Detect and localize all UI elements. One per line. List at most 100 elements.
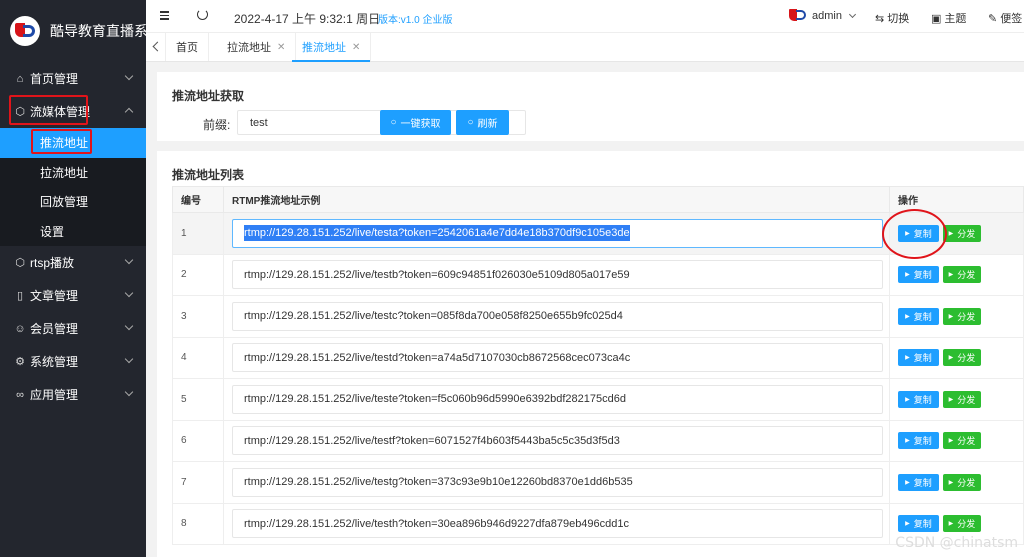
distribute-button-label: 分发 [957, 228, 976, 239]
distribute-button[interactable]: ▶ 分发 [943, 432, 981, 450]
distribute-button[interactable]: ▶ 分发 [943, 307, 981, 325]
copy-button[interactable]: ▶ 复制 [898, 432, 939, 450]
row-actions: ▶ 复制 ▶ 分发 [889, 419, 1024, 462]
sidebar-item-articles[interactable]: ▯ 文章管理 [0, 279, 146, 312]
play-icon: ▶ [948, 396, 954, 403]
close-icon[interactable]: ✕ [352, 42, 360, 53]
url-field[interactable]: rtmp://129.28.151.252/live/testh?token=3… [232, 509, 883, 539]
row-id: 7 [172, 461, 224, 504]
menu-toggle-icon[interactable] [160, 11, 169, 20]
tab-pull-url[interactable]: 拉流地址 ✕ [217, 33, 297, 61]
user-icon: ☺ [14, 322, 26, 335]
table-row: 2 rtmp://129.28.151.252/live/testb?token=… [172, 253, 1024, 296]
document-icon: ▯ [16, 290, 24, 302]
sidebar-item-push-url[interactable]: 推流地址 [0, 128, 146, 158]
sidebar-item-members[interactable]: ☺ 会员管理 [0, 312, 146, 345]
url-text: rtmp://129.28.151.252/live/testd?token=a… [244, 351, 631, 364]
column-header-url: RTMP推流地址示例 [223, 186, 890, 213]
copy-button[interactable]: ▶ 复制 [898, 515, 939, 533]
url-text: rtmp://129.28.151.252/live/testc?token=0… [244, 310, 623, 323]
theme-button[interactable]: ▣ 主题 [931, 10, 966, 26]
row-url-cell: rtmp://129.28.151.252/live/testc?token=0… [223, 295, 890, 338]
prefix-label: 前缀: [203, 118, 231, 132]
cube-icon: ⬡ [15, 257, 25, 269]
refresh-button-label: 刷新 [477, 119, 498, 130]
theme-label: 主题 [944, 13, 967, 25]
play-icon: ▶ [948, 438, 954, 445]
sidebar-item-apps[interactable]: ∞ 应用管理 [0, 378, 146, 411]
table-row: 6 rtmp://129.28.151.252/live/testf?token=… [172, 419, 1024, 462]
copy-button[interactable]: ▶ 复制 [898, 307, 939, 325]
copy-button-label: 复制 [913, 353, 932, 364]
table-row: 4 rtmp://129.28.151.252/live/testd?token=… [172, 336, 1024, 379]
user-menu[interactable]: admin [789, 7, 857, 24]
sidebar-item-settings[interactable]: 设置 [0, 217, 146, 247]
sidebar-menu: ⌂ 首页管理 ⬡ 流媒体管理 推流地址 拉流地址 回放管理 设置 ⬡ rtsp播… [0, 62, 146, 411]
url-field[interactable]: rtmp://129.28.151.252/live/testb?token=6… [232, 260, 883, 290]
url-field[interactable]: rtmp://129.28.151.252/live/testc?token=0… [232, 301, 883, 331]
url-field[interactable]: rtmp://129.28.151.252/live/testa?token=2… [232, 218, 883, 248]
tab-push-url[interactable]: 推流地址 ✕ [292, 33, 372, 62]
play-icon: ▶ [948, 313, 954, 320]
tab-label: 拉流地址 [227, 42, 271, 54]
distribute-button-label: 分发 [957, 270, 976, 281]
copy-button-label: 复制 [913, 519, 932, 530]
play-icon: ▶ [905, 272, 910, 279]
sidebar-item-label: 应用管理 [30, 388, 79, 402]
copy-button[interactable]: ▶ 复制 [898, 390, 939, 408]
distribute-button-label: 分发 [957, 519, 976, 530]
sidebar-item-playback[interactable]: 回放管理 [0, 187, 146, 217]
switch-label: 切换 [887, 13, 910, 25]
switch-icon: ⇆ [875, 12, 885, 25]
distribute-button[interactable]: ▶ 分发 [943, 266, 981, 284]
distribute-button-label: 分发 [957, 436, 976, 447]
distribute-button[interactable]: ▶ 分发 [943, 224, 981, 242]
sidebar-item-home[interactable]: ⌂ 首页管理 [0, 62, 146, 95]
copy-button[interactable]: ▶ 复制 [898, 473, 939, 491]
copy-button[interactable]: ▶ 复制 [898, 349, 939, 367]
distribute-button[interactable]: ▶ 分发 [943, 473, 981, 491]
sidebar-item-system[interactable]: ⚙ 系统管理 [0, 345, 146, 378]
submenu-media: 推流地址 拉流地址 回放管理 设置 [0, 128, 146, 246]
row-actions: ▶ 复制 ▶ 分发 [889, 212, 1024, 255]
row-id: 1 [172, 212, 224, 255]
url-field[interactable]: rtmp://129.28.151.252/live/testg?token=3… [232, 467, 883, 497]
chevron-down-icon [124, 321, 134, 331]
url-field[interactable]: rtmp://129.28.151.252/live/teste?token=f… [232, 384, 883, 414]
copy-button-label: 复制 [913, 436, 932, 447]
row-url-cell: rtmp://129.28.151.252/live/testa?token=2… [223, 212, 890, 255]
distribute-button[interactable]: ▶ 分发 [943, 390, 981, 408]
row-actions: ▶ 复制 ▶ 分发 [889, 253, 1024, 296]
distribute-button-label: 分发 [957, 311, 976, 322]
brand-title: 酷导教育直播系 [50, 23, 148, 39]
brand[interactable]: 酷导教育直播系 [0, 0, 148, 62]
copy-button-label: 复制 [913, 311, 932, 322]
close-icon[interactable]: ✕ [277, 42, 285, 53]
notes-button[interactable]: ✎ 便签 [988, 10, 1022, 26]
sidebar-item-media[interactable]: ⬡ 流媒体管理 [0, 95, 146, 128]
row-url-cell: rtmp://129.28.151.252/live/teste?token=f… [223, 378, 890, 421]
url-field[interactable]: rtmp://129.28.151.252/live/testd?token=a… [232, 343, 883, 373]
copy-button-label: 复制 [913, 477, 932, 488]
play-icon: ▶ [948, 355, 954, 362]
search-icon: ○ [467, 117, 474, 128]
distribute-button[interactable]: ▶ 分发 [943, 515, 981, 533]
tab-scroll-left-icon[interactable] [146, 33, 166, 61]
play-icon: ▶ [905, 479, 910, 486]
tab-home[interactable]: 首页 [166, 33, 209, 61]
sidebar-item-pull-url[interactable]: 拉流地址 [0, 158, 146, 188]
url-field[interactable]: rtmp://129.28.151.252/live/testf?token=6… [232, 426, 883, 456]
row-id: 5 [172, 378, 224, 421]
refresh-icon[interactable] [197, 9, 208, 20]
copy-button[interactable]: ▶ 复制 [898, 266, 939, 284]
fetch-button[interactable]: ○ 一键获取 [380, 110, 451, 135]
refresh-button[interactable]: ○ 刷新 [456, 110, 509, 135]
distribute-button[interactable]: ▶ 分发 [943, 349, 981, 367]
play-icon: ▶ [948, 230, 954, 237]
tab-bar: 首页 拉流地址 ✕ 推流地址 ✕ [146, 33, 1024, 62]
sidebar-item-rtsp[interactable]: ⬡ rtsp播放 [0, 246, 146, 279]
table-row: 5 rtmp://129.28.151.252/live/teste?token=… [172, 378, 1024, 421]
switch-button[interactable]: ⇆ 切换 [875, 10, 909, 26]
watermark: CSDN @chinatsm [895, 535, 1018, 551]
copy-button[interactable]: ▶ 复制 [898, 224, 939, 242]
